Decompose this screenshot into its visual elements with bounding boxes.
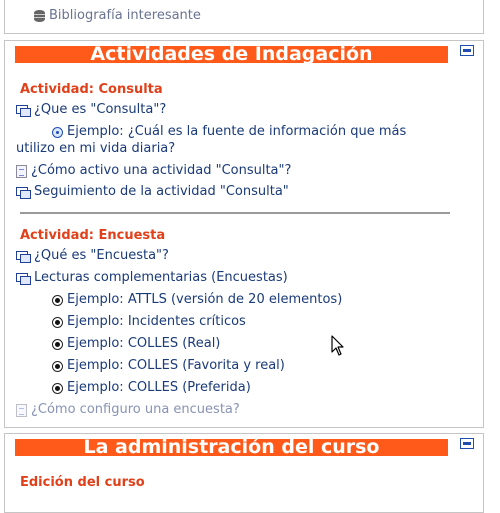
admin-section: La administración del curso Edición del … bbox=[4, 433, 484, 513]
consulta-example-link[interactable]: Ejemplo: ¿Cuál es la fuente de informaci… bbox=[52, 123, 406, 142]
survey-icon bbox=[52, 316, 63, 328]
forum-icon bbox=[16, 250, 31, 263]
forum-icon bbox=[16, 272, 31, 285]
survey-icon bbox=[52, 360, 63, 372]
page-icon bbox=[16, 164, 27, 178]
divider bbox=[20, 212, 450, 214]
survey-icon bbox=[52, 294, 63, 306]
survey-attls-link[interactable]: Ejemplo: ATTLS (versión de 20 elementos) bbox=[52, 291, 342, 310]
forum-icon bbox=[16, 104, 31, 117]
consulta-tracking-link[interactable]: Seguimiento de la actividad "Consulta" bbox=[16, 183, 289, 202]
consulta-heading: Actividad: Consulta bbox=[20, 82, 163, 97]
survey-colles-favorita-link[interactable]: Ejemplo: COLLES (Favorita y real) bbox=[52, 357, 285, 376]
consulta-example-link-line2[interactable]: utilizo en mi vida diaria? bbox=[16, 140, 175, 159]
survey-icon bbox=[52, 382, 63, 394]
survey-colles-preferida-link[interactable]: Ejemplo: COLLES (Preferida) bbox=[52, 379, 251, 398]
resource-bibliografia-link[interactable]: Bibliografía interesante bbox=[34, 7, 201, 26]
collapse-icon[interactable] bbox=[460, 438, 474, 449]
mouse-cursor-icon bbox=[331, 335, 344, 356]
encuesta-heading: Actividad: Encuesta bbox=[20, 228, 166, 243]
survey-colles-real-link[interactable]: Ejemplo: COLLES (Real) bbox=[52, 335, 220, 354]
page-icon bbox=[16, 403, 27, 417]
choice-icon bbox=[52, 126, 63, 138]
encuesta-what-link[interactable]: ¿Qué es "Encuesta"? bbox=[16, 247, 169, 266]
database-icon bbox=[34, 10, 45, 22]
edicion-heading: Edición del curso bbox=[20, 475, 145, 490]
section-title: La administración del curso bbox=[15, 439, 448, 456]
indagacion-section: Actividades de Indagación Actividad: Con… bbox=[4, 40, 484, 428]
survey-icon bbox=[52, 338, 63, 350]
forum-icon bbox=[16, 186, 31, 199]
collapse-icon[interactable] bbox=[460, 45, 474, 56]
encuesta-readings-link[interactable]: Lecturas complementarias (Encuestas) bbox=[16, 269, 288, 288]
survey-configure-link[interactable]: ¿Cómo configuro una encuesta? bbox=[16, 401, 240, 420]
consulta-activate-link[interactable]: ¿Cómo activo una actividad "Consulta"? bbox=[16, 162, 291, 181]
resources-box: Bibliografía interesante bbox=[4, 0, 484, 34]
survey-incidentes-link[interactable]: Ejemplo: Incidentes críticos bbox=[52, 313, 246, 332]
consulta-what-link[interactable]: ¿Que es "Consulta"? bbox=[16, 101, 166, 120]
section-title: Actividades de Indagación bbox=[15, 46, 448, 63]
